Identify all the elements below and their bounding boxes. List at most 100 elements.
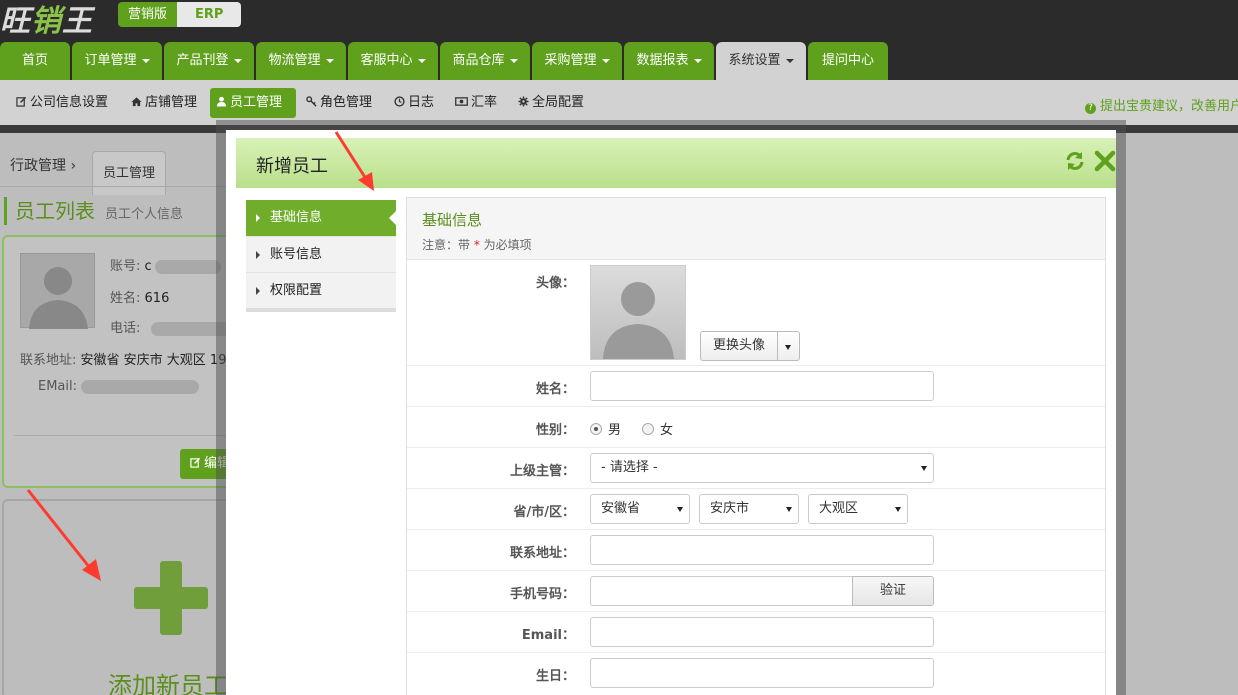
account-field: 账号: c (110, 255, 221, 274)
caret-right-icon (256, 287, 260, 295)
tab-orders[interactable]: 订单管理 (72, 42, 162, 80)
edition-label: 营销版 (118, 2, 178, 27)
verify-button[interactable]: 验证 (852, 576, 934, 606)
tab-listing[interactable]: 产品刊登 (164, 42, 254, 80)
list-title: 员工列表 (15, 199, 95, 223)
subnav-shops[interactable]: 店铺管理 (125, 88, 203, 118)
birthday-input[interactable] (590, 658, 934, 688)
add-staff-card[interactable]: 添加新员工 (2, 499, 242, 695)
key-icon (306, 96, 317, 107)
close-icon[interactable] (1094, 150, 1116, 172)
caret-down-icon (417, 58, 426, 63)
subnav-label: 公司信息设置 (30, 95, 109, 110)
tab-label: 数据报表 (636, 53, 689, 68)
change-avatar-group: 更换头像 (700, 331, 801, 361)
form-panel: 基础信息 注意：带 * 为必填项 头像： 更换头像 姓名： 性别： 男 女 上级… (406, 197, 1106, 695)
top-bar: 旺销王 营销版 ERP (0, 0, 1238, 40)
suggestion-link[interactable]: ? 提出宝贵建议，改善用户 (1085, 95, 1238, 114)
panel-title: 基础信息 (422, 211, 483, 229)
gender-row: 性别： 男 女 (407, 407, 1105, 448)
breadcrumb-separator: › (70, 158, 77, 174)
subnav-roles[interactable]: 角色管理 (300, 88, 378, 118)
divider (0, 186, 230, 187)
tab-questions[interactable]: 提问中心 (808, 42, 888, 80)
email-field: EMail: (38, 379, 199, 394)
subnav-label: 店铺管理 (145, 95, 198, 110)
menu-item-basic-info[interactable]: 基础信息 (246, 200, 397, 236)
name-input[interactable] (590, 371, 934, 401)
select-value: - 请选择 - (601, 460, 658, 475)
address-input[interactable] (590, 535, 934, 565)
avatar-preview (590, 265, 686, 360)
person-silhouette-icon (603, 282, 674, 359)
phone-field: 电话: (110, 317, 237, 336)
avatar-dropdown-toggle[interactable] (778, 331, 801, 361)
gender-female-radio[interactable]: 女 (642, 419, 673, 438)
address-field: 联系地址: 安徽省 安庆市 大观区 198 (20, 353, 235, 368)
caret-down-icon (895, 507, 901, 512)
address-row: 联系地址： (407, 530, 1105, 571)
supervisor-label: 上级主管： (509, 464, 575, 479)
caret-down-icon (693, 58, 702, 63)
subnav-staff[interactable]: 员工管理 (210, 88, 296, 118)
subnav-label: 全局配置 (532, 95, 585, 110)
select-value: 大观区 (819, 501, 859, 516)
tab-label: 提问中心 (821, 53, 874, 68)
gear-icon (518, 96, 529, 107)
caret-down-icon (509, 58, 518, 63)
breadcrumb-parent[interactable]: 行政管理 › (10, 155, 76, 175)
tab-label: 订单管理 (84, 53, 137, 68)
name-label: 姓名： (535, 382, 575, 397)
modal-title: 新增员工 (256, 156, 328, 177)
tab-service[interactable]: 客服中心 (348, 42, 438, 80)
change-avatar-button[interactable]: 更换头像 (700, 331, 779, 361)
refresh-icon[interactable] (1064, 150, 1086, 172)
list-heading: 员工列表 员工个人信息 (4, 197, 183, 225)
phone-input[interactable] (590, 576, 853, 606)
caret-down-icon (785, 58, 794, 63)
select-value: 安徽省 (601, 501, 641, 516)
province-select[interactable]: 安徽省 (590, 494, 690, 524)
tab-logistics[interactable]: 物流管理 (256, 42, 346, 80)
suggestion-text: 提出宝贵建议，改善用户 (1100, 99, 1238, 114)
menu-item-account-info[interactable]: 账号信息 (246, 236, 396, 272)
add-staff-label: 添加新员工 (108, 672, 228, 695)
supervisor-select[interactable]: - 请选择 - (590, 453, 934, 483)
tab-warehouse[interactable]: 商品仓库 (440, 42, 530, 80)
caret-down-icon (921, 466, 927, 471)
tab-home[interactable]: 首页 (0, 42, 70, 80)
caret-down-icon (677, 507, 683, 512)
avatar (20, 253, 95, 329)
radio-unchecked-icon (642, 423, 654, 435)
gender-label: 性别： (535, 423, 575, 438)
subnav-label: 角色管理 (320, 95, 373, 110)
caret-right-icon (256, 214, 260, 222)
city-select[interactable]: 安庆市 (699, 494, 799, 524)
tab-reports[interactable]: 数据报表 (624, 42, 714, 80)
tab-settings[interactable]: 系统设置 (716, 42, 806, 80)
tab-purchase[interactable]: 采购管理 (532, 42, 622, 80)
question-icon: ? (1085, 103, 1096, 114)
tab-label: 物流管理 (268, 53, 321, 68)
subnav-logs[interactable]: 日志 (388, 88, 440, 118)
district-select[interactable]: 大观区 (808, 494, 908, 524)
app-logo[interactable]: 旺销王 (0, 0, 93, 40)
subnav-company-info[interactable]: 公司信息设置 (10, 88, 114, 118)
breadcrumb-current-tab[interactable]: 员工管理 (92, 151, 166, 195)
user-icon (216, 96, 227, 107)
avatar-label: 头像： (535, 276, 575, 291)
subnav-label: 员工管理 (230, 95, 283, 110)
subnav-label: 日志 (408, 95, 435, 110)
phone-label: 手机号码： (509, 587, 575, 602)
menu-item-permissions[interactable]: 权限配置 (246, 272, 396, 308)
avatar-row: 头像： 更换头像 (407, 260, 1105, 366)
add-staff-modal: 新增员工 基础信息 账号信息 权限配置 基础信息 注意：带 * 为必填项 头像：… (226, 130, 1116, 695)
birthday-row: 生日： (407, 653, 1105, 694)
subnav-exchange-rate[interactable]: 汇率 (449, 88, 503, 118)
money-icon (455, 97, 468, 106)
subnav-global-config[interactable]: 全局配置 (512, 88, 590, 118)
radio-checked-icon (590, 423, 602, 435)
gender-male-radio[interactable]: 男 (590, 419, 621, 438)
email-input[interactable] (590, 617, 934, 647)
edit-icon (16, 96, 27, 107)
